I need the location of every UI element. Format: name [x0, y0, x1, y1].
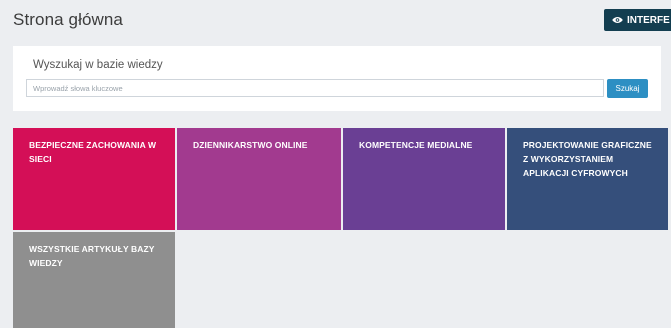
search-input[interactable] — [26, 79, 604, 97]
search-panel: Wyszukaj w bazie wiedzy Szukaj — [13, 46, 661, 111]
tile-all-articles[interactable]: WSZYSTKIE ARTYKUŁY BAZY WIEDZY — [13, 232, 175, 328]
tile-label: BEZPIECZNE ZACHOWANIA W SIECI — [29, 140, 157, 164]
tile-safe-online-behavior[interactable]: BEZPIECZNE ZACHOWANIA W SIECI — [13, 128, 175, 230]
tile-graphic-design[interactable]: PROJEKTOWANIE GRAFICZNE Z WYKORZYSTANIEM… — [507, 128, 668, 230]
search-label: Wyszukaj w bazie wiedzy — [33, 59, 163, 71]
tile-label: PROJEKTOWANIE GRAFICZNE Z WYKORZYSTANIEM… — [523, 140, 652, 178]
page-title: Strona główna — [13, 10, 123, 29]
tile-media-competences[interactable]: KOMPETENCJE MEDIALNE — [343, 128, 505, 230]
tile-online-journalism[interactable]: DZIENNIKARSTWO ONLINE — [177, 128, 341, 230]
tile-label: DZIENNIKARSTWO ONLINE — [193, 140, 308, 150]
page-header: Strona główna INTERFE — [0, 0, 671, 44]
interface-button[interactable]: INTERFE — [604, 9, 671, 31]
interface-button-label: INTERFE — [627, 14, 670, 26]
tile-label: WSZYSTKIE ARTYKUŁY BAZY WIEDZY — [29, 244, 155, 268]
eye-icon — [612, 16, 623, 24]
tile-label: KOMPETENCJE MEDIALNE — [359, 140, 473, 150]
search-button[interactable]: Szukaj — [607, 79, 648, 98]
